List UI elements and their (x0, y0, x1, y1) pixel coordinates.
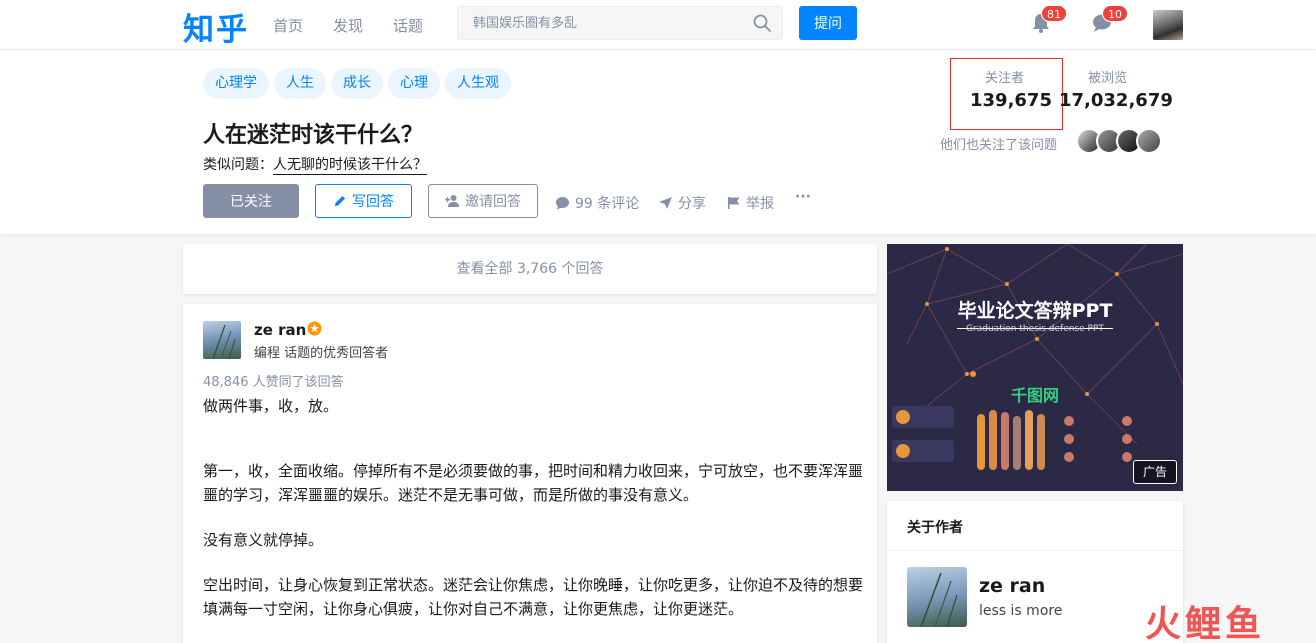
view-all-answers-link[interactable]: 查看全部 3,766 个回答 (183, 244, 877, 294)
more-options-button[interactable]: ··· (795, 189, 811, 205)
pencil-icon (335, 195, 345, 206)
answer-card: ze ran 编程 话题的优秀回答者 48,846 人赞同了该回答 做两件事，收… (183, 304, 877, 643)
answer-paragraph: 做两件事，收，放。 (203, 397, 339, 415)
comments-action[interactable]: 99 条评论 (555, 193, 639, 214)
nav-topics[interactable]: 话题 (393, 15, 423, 36)
grass-image (920, 572, 958, 628)
search-input[interactable] (457, 6, 783, 40)
ad-subtitle: Graduation thesis defense PPT (966, 324, 1104, 334)
comment-icon (556, 197, 569, 210)
about-author-bio: less is more (979, 603, 1063, 619)
topic-tag[interactable]: 人生观 (445, 68, 511, 99)
about-author-card: 关于作者 ze ran less is more (887, 501, 1183, 643)
zhihu-logo[interactable]: 知乎 (183, 4, 249, 49)
search-icon[interactable] (752, 13, 772, 33)
similar-prefix: 类似问题： (203, 157, 273, 173)
message-badge: 10 (1102, 5, 1128, 22)
ad-banner[interactable]: 毕业论文答辩PPT Graduation thesis defense PPT … (887, 244, 1183, 491)
user-avatar[interactable] (1153, 10, 1183, 40)
comments-label: 99 条评论 (575, 196, 640, 212)
about-author-name[interactable]: ze ran (979, 575, 1045, 597)
ad-title: 毕业论文答辩PPT (957, 300, 1113, 322)
follow-question-button[interactable]: 已关注 (203, 184, 299, 218)
topic-tag[interactable]: 心理学 (203, 68, 269, 99)
invite-answer-button[interactable]: 邀请回答 (428, 184, 538, 218)
answer-author-headline: 编程 话题的优秀回答者 (254, 346, 389, 361)
flag-icon (728, 197, 740, 209)
answer-vote-count: 48,846 人赞同了该回答 (203, 375, 344, 390)
answer-author-avatar[interactable] (203, 321, 241, 359)
question-header: 心理学 人生 成长 心理 人生观 人在迷茫时该干什么？ 类似问题：人无聊的时候该… (0, 50, 1316, 234)
ad-network-graphic (887, 244, 1183, 470)
answer-paragraph: 空出时间，让身心恢复到正常状态。迷茫会让你焦虑，让你晚睡，让你吃更多，让你迫不及… (203, 576, 864, 618)
notification-badge: 81 (1041, 5, 1067, 22)
topic-tag[interactable]: 成长 (331, 68, 383, 99)
similar-question: 类似问题：人无聊的时候该干什么？ (203, 154, 427, 175)
question-title: 人在迷茫时该干什么？ (203, 123, 424, 148)
nav-home[interactable]: 首页 (273, 15, 303, 36)
follower-avatar[interactable] (1136, 128, 1162, 154)
followers-count[interactable]: 139,675 (970, 90, 1052, 111)
write-answer-button[interactable]: 写回答 (315, 184, 412, 218)
similar-question-link[interactable]: 人无聊的时候该干什么？ (273, 157, 427, 175)
followers-label: 关注者 (985, 71, 1025, 86)
answer-paragraph: 没有意义就停掉。 (203, 531, 324, 549)
ask-question-button[interactable]: 提问 (799, 6, 857, 40)
report-label: 举报 (746, 196, 774, 212)
excellent-answerer-badge-icon (307, 321, 322, 336)
views-label: 被浏览 (1088, 71, 1128, 86)
watermark-text: 火鲤鱼 (1145, 604, 1266, 643)
invite-answer-label: 邀请回答 (465, 193, 521, 210)
nav-discover[interactable]: 发现 (333, 15, 363, 36)
watermark-logo: 火鲤鱼 (1145, 595, 1265, 643)
top-navbar: 知乎 首页 发现 话题 提问 81 10 (0, 0, 1316, 50)
answer-paragraph: 第一，收，全面收缩。停掉所有不是必须要做的事，把时间和精力收回来，宁可放空，也不… (203, 462, 864, 504)
views-count: 17,032,679 (1059, 90, 1173, 111)
grass-image (212, 324, 236, 359)
answer-author-name[interactable]: ze ran (254, 321, 306, 339)
share-action[interactable]: 分享 (658, 193, 706, 214)
about-author-avatar[interactable] (907, 567, 967, 628)
share-label: 分享 (678, 196, 706, 212)
also-followed-label: 他们也关注了该问题 (940, 138, 1058, 153)
ad-brand-logo: 千图网 (1010, 386, 1059, 405)
add-user-icon (445, 194, 459, 207)
divider (887, 550, 1183, 551)
report-action[interactable]: 举报 (727, 193, 774, 214)
write-answer-label: 写回答 (352, 193, 394, 210)
topic-tag[interactable]: 心理 (388, 68, 440, 99)
topic-tag[interactable]: 人生 (274, 68, 326, 99)
ad-label-badge: 广告 (1133, 460, 1177, 484)
share-icon (659, 197, 672, 209)
about-author-title: 关于作者 (907, 520, 963, 536)
